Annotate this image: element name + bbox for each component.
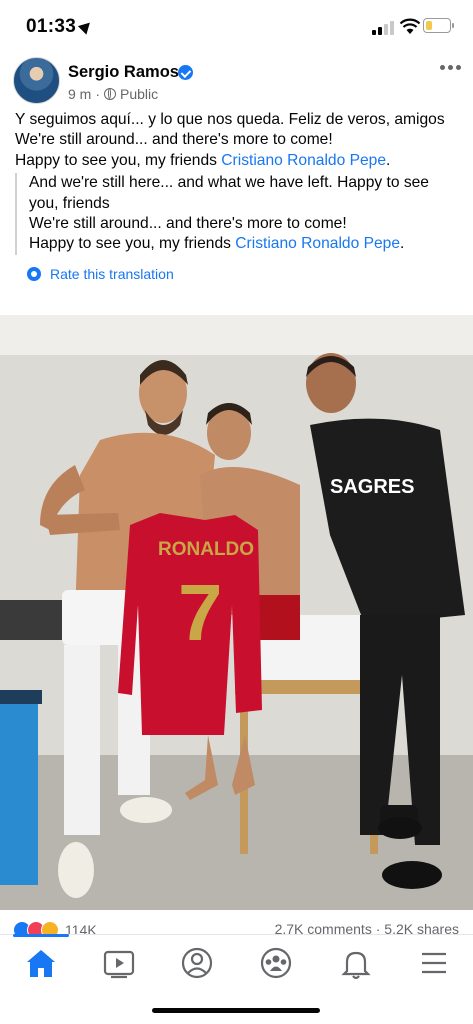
menu-icon[interactable] [414,943,454,983]
post-photo-illustration: SAGRES RONALDO 7 [0,315,473,910]
post-line: Y seguimos aquí... y lo que nos queda. F… [15,111,445,128]
jersey-number: 7 [178,568,223,657]
mention-link[interactable]: Cristiano Ronaldo Pepe [221,152,386,169]
mention-link[interactable]: Cristiano Ronaldo Pepe [235,235,400,252]
translation-line: And we're still here... and what we have… [29,174,429,212]
status-bar: 01:33 [0,0,473,56]
groups-icon[interactable] [256,943,296,983]
audience-label: Public [120,86,159,102]
verified-badge-icon [178,65,193,80]
post-meta: 9 m · Public [68,86,158,102]
bottom-nav [0,934,473,991]
post-photo[interactable]: SAGRES RONALDO 7 [0,315,473,910]
location-arrow-icon [77,18,95,35]
globe-icon [104,88,117,100]
author-avatar[interactable] [13,57,60,104]
gear-icon [27,267,41,282]
translation-line: Happy to see you, my friends Cristiano R… [29,234,460,254]
post-line: We're still around... and there's more t… [15,131,333,149]
battery-icon [423,18,451,33]
post-line: Happy to see you, my friends Cristiano R… [15,151,460,171]
translation-block: And we're still here... and what we have… [15,173,460,255]
bell-icon[interactable] [336,943,376,983]
post-time[interactable]: 9 m [68,86,91,102]
battery-tip [452,23,454,28]
post-line-text: Happy to see you, my friends [15,151,222,169]
meta-separator: · [95,86,101,102]
translation-line-suffix: . [400,235,405,253]
profile-icon[interactable] [177,943,217,983]
translation-line: We're still around... and there's more t… [29,215,347,233]
battery-level [426,21,432,30]
author-name[interactable]: Sergio Ramos [68,63,179,82]
jersey-name: RONALDO [158,539,254,560]
home-icon[interactable] [21,943,61,983]
translation-line-text: Happy to see you, my friends [29,235,236,253]
more-options-icon[interactable] [440,62,462,72]
home-indicator [152,1008,320,1013]
photo-shirt-text: SAGRES [330,476,414,498]
post-text: Y seguimos aquí... y lo que nos queda. F… [15,110,460,284]
rate-translation-row[interactable]: Rate this translation [27,264,460,284]
wifi-icon [399,18,421,34]
status-time: 01:33 [26,16,77,37]
post-line-suffix: . [386,151,391,169]
cellular-signal-icon [372,21,396,35]
active-tab-indicator [13,934,69,937]
video-icon[interactable] [99,943,139,983]
rate-translation-link[interactable]: Rate this translation [50,264,174,284]
